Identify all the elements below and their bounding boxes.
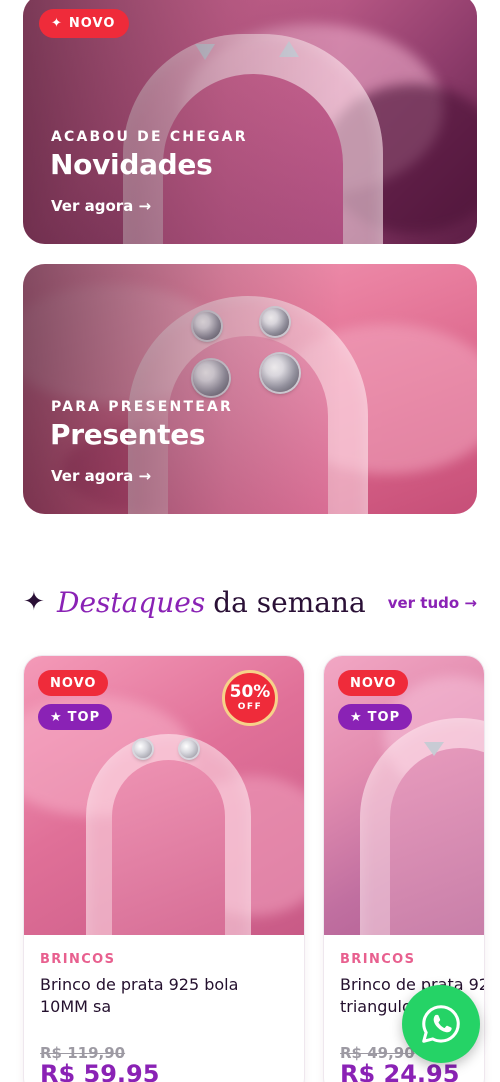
product-price: R$ 24.95 bbox=[340, 1060, 460, 1082]
discount-label: OFF bbox=[237, 702, 263, 712]
arch-inner bbox=[390, 748, 484, 935]
new-badge: NOVO bbox=[338, 670, 409, 696]
product-name[interactable]: Brinco de prata 925 bola 10MM sa bbox=[40, 974, 290, 1018]
sparkle-icon: ✦ bbox=[23, 587, 45, 617]
ball-earring bbox=[180, 740, 198, 758]
banner-kicker: PARA PRESENTEAR bbox=[51, 399, 233, 415]
product-card[interactable]: NOVO ★ TOP 50% OFF BRINCOS Brinco de pra… bbox=[24, 656, 304, 1082]
top-badge-label: TOP bbox=[67, 709, 101, 725]
top-badge: ★ TOP bbox=[38, 704, 113, 730]
arch-inner bbox=[112, 760, 225, 935]
section-heading: ✦ Destaques da semana ver tudo → bbox=[23, 582, 477, 622]
whatsapp-button[interactable] bbox=[402, 985, 480, 1063]
banner-title: Novidades bbox=[50, 148, 213, 181]
whatsapp-icon bbox=[422, 1005, 460, 1043]
banner-cta-link[interactable]: Ver agora → bbox=[51, 197, 151, 215]
product-category: BRINCOS bbox=[340, 952, 416, 967]
section-title-rest: da semana bbox=[213, 585, 366, 619]
product-image[interactable]: NOVO ★ TOP 50% OFF bbox=[24, 656, 304, 935]
sparkle-icon: ✦ bbox=[51, 16, 63, 31]
top-badge-label: TOP bbox=[367, 709, 401, 725]
see-all-link[interactable]: ver tudo → bbox=[388, 594, 477, 612]
product-image[interactable]: NOVO ★ TOP bbox=[324, 656, 484, 935]
star-icon: ★ bbox=[350, 709, 363, 725]
discount-badge: 50% OFF bbox=[222, 670, 278, 726]
banner-title: Presentes bbox=[50, 418, 206, 451]
new-badge-label: NOVO bbox=[350, 675, 397, 691]
banner-presentes[interactable]: PARA PRESENTEAR Presentes Ver agora → bbox=[23, 264, 477, 514]
new-badge-label: NOVO bbox=[50, 675, 97, 691]
triangle-earring bbox=[424, 742, 444, 756]
banner-kicker: ACABOU DE CHEGAR bbox=[51, 129, 248, 145]
ball-earring bbox=[134, 740, 152, 758]
top-badge: ★ TOP bbox=[338, 704, 413, 730]
banner-cta-link[interactable]: Ver agora → bbox=[51, 467, 151, 485]
product-price: R$ 59.95 bbox=[40, 1060, 160, 1082]
discount-percent: 50% bbox=[229, 682, 271, 702]
new-badge: ✦ NOVO bbox=[39, 9, 130, 38]
new-badge: NOVO bbox=[38, 670, 109, 696]
star-icon: ★ bbox=[50, 709, 63, 725]
section-title-emphasis: Destaques bbox=[57, 585, 206, 619]
product-category: BRINCOS bbox=[40, 952, 116, 967]
new-badge-label: NOVO bbox=[68, 16, 116, 31]
